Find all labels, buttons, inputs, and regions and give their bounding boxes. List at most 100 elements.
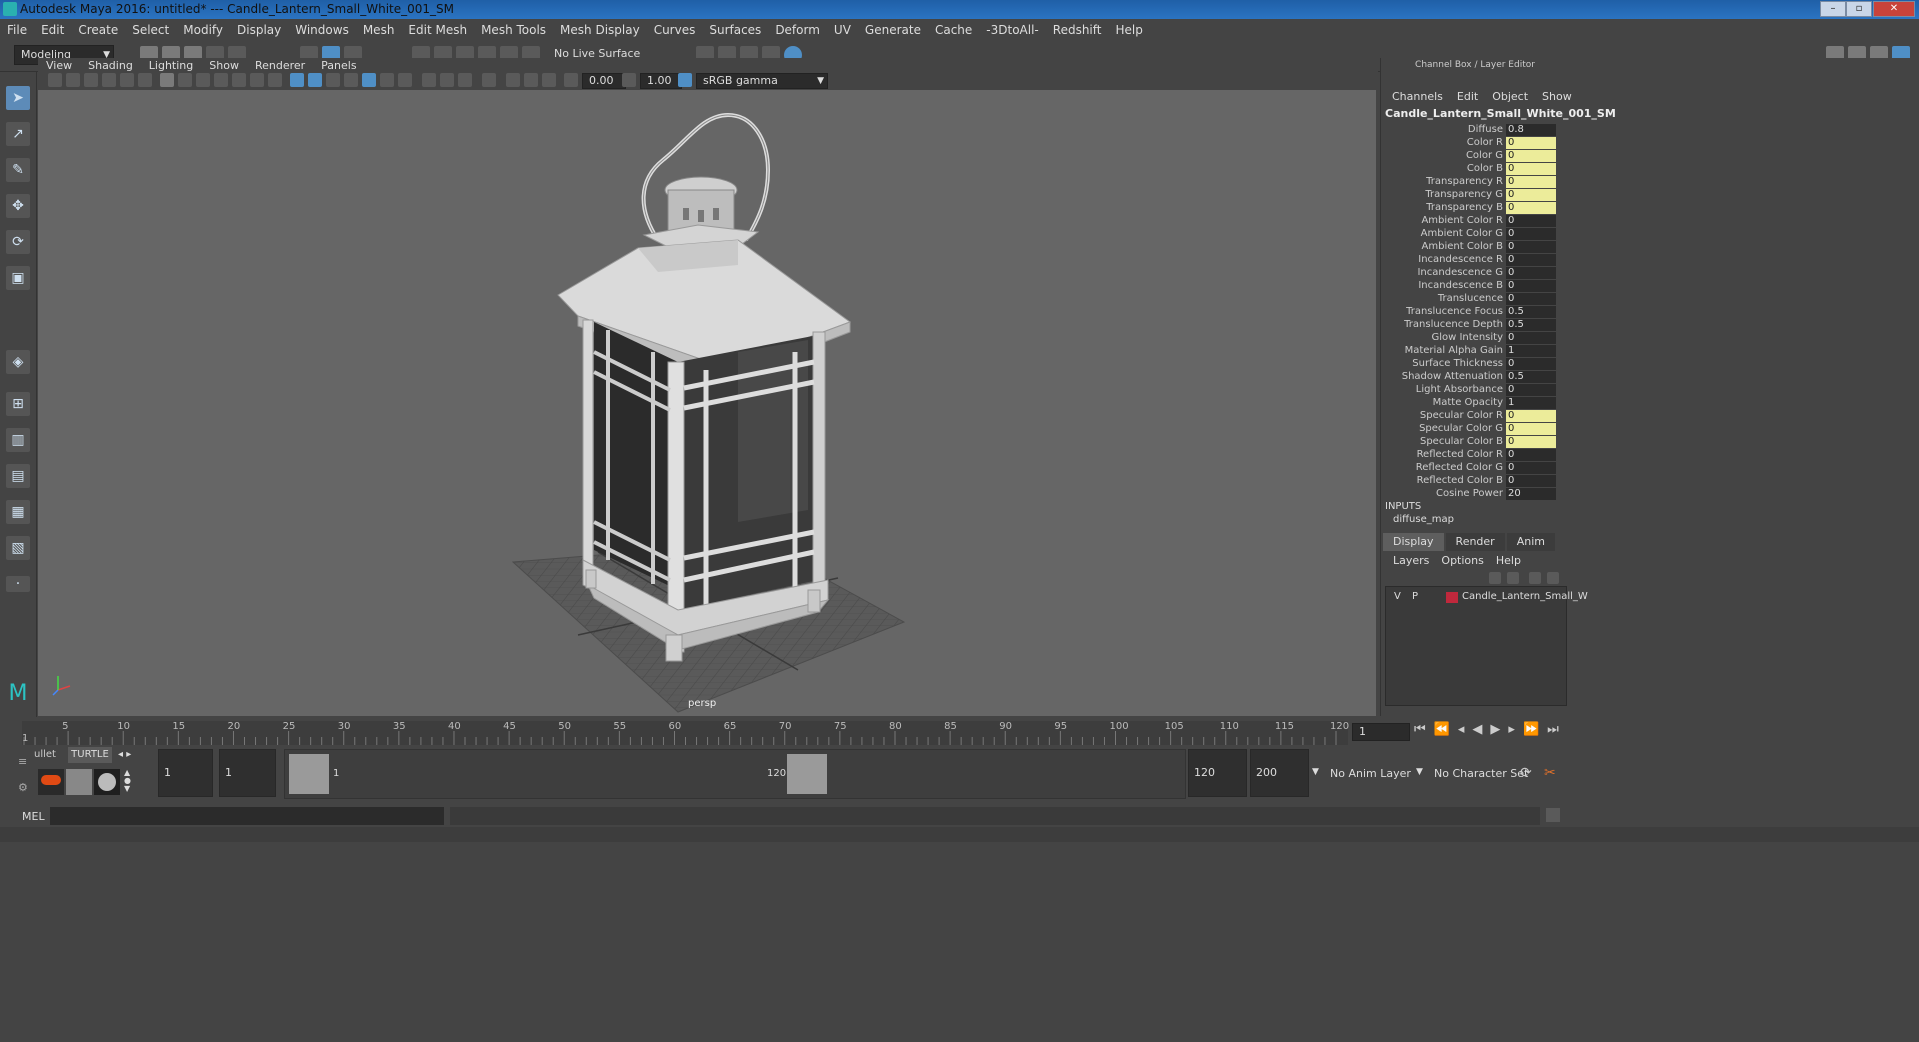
camera-select-icon[interactable]: [48, 73, 62, 87]
attribute-row[interactable]: Color B0: [1381, 163, 1569, 176]
anti-aliasing-icon[interactable]: [440, 73, 454, 87]
menu-select[interactable]: Select: [125, 19, 176, 41]
character-set-field[interactable]: No Character Set: [1434, 767, 1528, 780]
new-layer-icon[interactable]: [1529, 572, 1541, 584]
xray-active-icon[interactable]: [524, 73, 538, 87]
shelf-menu-icon[interactable]: ≡: [18, 755, 27, 768]
viewport-persp[interactable]: persp: [38, 90, 1376, 716]
menu-generate[interactable]: Generate: [858, 19, 928, 41]
move-layer-up-icon[interactable]: [1489, 572, 1501, 584]
attribute-row[interactable]: Matte Opacity 1: [1381, 397, 1569, 410]
shelf-sphere-icon[interactable]: [94, 769, 120, 795]
shadows-icon[interactable]: [380, 73, 394, 87]
safe-action-icon[interactable]: [250, 73, 264, 87]
attribute-value-field[interactable]: 0: [1506, 332, 1556, 344]
cb-menu-show[interactable]: Show: [1535, 90, 1579, 103]
outliner-layout-icon[interactable]: ▤: [6, 464, 30, 488]
attribute-value-field[interactable]: 0.5: [1506, 306, 1556, 318]
attribute-row[interactable]: Incandescence B0: [1381, 280, 1569, 293]
gamma-icon[interactable]: [622, 73, 636, 87]
ambient-occlusion-icon[interactable]: [398, 73, 412, 87]
attribute-row[interactable]: Material Alpha Gain 1: [1381, 345, 1569, 358]
attribute-value-field[interactable]: 0: [1506, 163, 1556, 175]
animation-start-field[interactable]: 1: [158, 749, 213, 797]
layer-visibility-toggle[interactable]: V: [1394, 591, 1401, 602]
use-all-lights-icon[interactable]: [362, 73, 376, 87]
playback-end-field[interactable]: 120: [1188, 749, 1247, 797]
attribute-row[interactable]: Translucence Focus 0.5: [1381, 306, 1569, 319]
layer-menu-options[interactable]: Options: [1435, 554, 1489, 567]
attribute-row[interactable]: Translucence 0: [1381, 293, 1569, 306]
shelf-tab-turtle[interactable]: TURTLE: [68, 747, 112, 763]
menu-uv[interactable]: UV: [827, 19, 858, 41]
attribute-value-field[interactable]: 0: [1506, 436, 1556, 448]
command-language-label[interactable]: MEL: [22, 810, 45, 823]
attribute-value-field[interactable]: 0: [1506, 241, 1556, 253]
attribute-row[interactable]: Surface Thickness 0: [1381, 358, 1569, 371]
gamma-input[interactable]: 1.00: [640, 73, 682, 89]
gate-mask-icon[interactable]: [214, 73, 228, 87]
attribute-value-field[interactable]: 0.5: [1506, 319, 1556, 331]
attribute-row[interactable]: Ambient Color G0: [1381, 228, 1569, 241]
rotate-tool-icon[interactable]: ⟳: [6, 230, 30, 254]
attribute-value-field[interactable]: 0: [1506, 410, 1556, 422]
go-to-end-icon[interactable]: ⏭: [1547, 722, 1567, 737]
move-layer-down-icon[interactable]: [1507, 572, 1519, 584]
scale-tool-icon[interactable]: ▣: [6, 266, 30, 290]
attribute-value-field[interactable]: 0: [1506, 423, 1556, 435]
cb-menu-edit[interactable]: Edit: [1450, 90, 1485, 103]
attribute-row[interactable]: Reflected Color R0: [1381, 449, 1569, 462]
current-frame-field[interactable]: 1: [1352, 723, 1410, 741]
attribute-value-field[interactable]: 0: [1506, 150, 1556, 162]
grid-icon[interactable]: [160, 73, 174, 87]
menu-mesh-tools[interactable]: Mesh Tools: [474, 19, 553, 41]
attribute-value-field[interactable]: 0: [1506, 449, 1556, 461]
attribute-row[interactable]: Color G0: [1381, 150, 1569, 163]
attribute-row[interactable]: Specular Color B0: [1381, 436, 1569, 449]
range-end-handle[interactable]: [787, 754, 827, 794]
play-backward-icon[interactable]: ◀: [1472, 722, 1490, 737]
step-back-icon[interactable]: ◂: [1458, 722, 1473, 737]
tab-render[interactable]: Render: [1445, 533, 1505, 551]
menu-deform[interactable]: Deform: [768, 19, 827, 41]
attribute-value-field[interactable]: 0.5: [1506, 371, 1556, 383]
animation-preferences-icon[interactable]: ✂: [1544, 765, 1556, 781]
safe-title-icon[interactable]: [268, 73, 282, 87]
attribute-row[interactable]: Reflected Color B0: [1381, 475, 1569, 488]
attribute-value-field[interactable]: 0: [1506, 254, 1556, 266]
step-back-key-icon[interactable]: ⏪: [1434, 722, 1458, 737]
playback-start-field[interactable]: 1: [219, 749, 276, 797]
tab-anim[interactable]: Anim: [1506, 533, 1555, 551]
attribute-value-field[interactable]: 0: [1506, 176, 1556, 188]
attribute-row[interactable]: Specular Color G0: [1381, 423, 1569, 436]
attribute-row[interactable]: Glow Intensity 0: [1381, 332, 1569, 345]
layer-playback-toggle[interactable]: P: [1412, 591, 1418, 602]
xray-icon[interactable]: [506, 73, 520, 87]
attribute-row[interactable]: Transparency G0: [1381, 189, 1569, 202]
menu-help[interactable]: Help: [1108, 19, 1149, 41]
shelf-scroll-arrows-icon[interactable]: ▲ ● ▼: [124, 769, 131, 793]
film-gate-icon[interactable]: [178, 73, 192, 87]
selected-object-name[interactable]: Candle_Lantern_Small_White_001_SM: [1385, 107, 1616, 120]
wireframe-icon[interactable]: [290, 73, 304, 87]
menu-edit[interactable]: Edit: [34, 19, 71, 41]
field-chart-icon[interactable]: [232, 73, 246, 87]
attribute-row[interactable]: Ambient Color B0: [1381, 241, 1569, 254]
resolution-gate-icon[interactable]: [196, 73, 210, 87]
anim-layer-field[interactable]: No Anim Layer: [1330, 767, 1411, 780]
time-slider-track[interactable]: 1 5 10 15 20 25 30 35 40 45 50 55 60 65 70 75 80 85 90 95 1…: [22, 721, 1349, 745]
command-input[interactable]: [50, 807, 444, 825]
four-view-layout-icon[interactable]: ⊞: [6, 392, 30, 416]
layout-options-icon[interactable]: ·: [6, 576, 30, 592]
exposure-icon[interactable]: [564, 73, 578, 87]
menu-display[interactable]: Display: [230, 19, 288, 41]
shelf-scroll-icon[interactable]: ◂ ▸: [118, 749, 131, 760]
menu-edit-mesh[interactable]: Edit Mesh: [401, 19, 474, 41]
isolate-select-icon[interactable]: [482, 73, 496, 87]
animation-end-field[interactable]: 200: [1250, 749, 1309, 797]
attribute-row[interactable]: Ambient Color R0: [1381, 215, 1569, 228]
range-start-handle[interactable]: [289, 754, 329, 794]
attribute-value-field[interactable]: 1: [1506, 397, 1556, 409]
attribute-value-field[interactable]: 0.8: [1506, 124, 1556, 136]
menu-mesh[interactable]: Mesh: [356, 19, 402, 41]
